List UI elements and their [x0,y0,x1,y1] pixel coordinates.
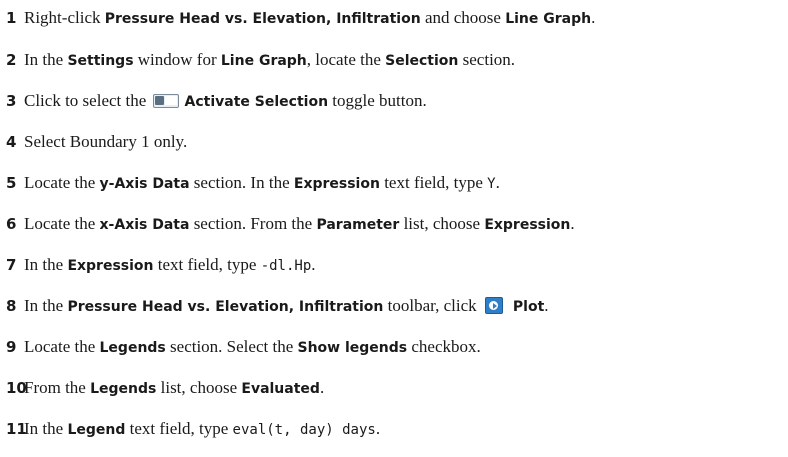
step-7: 7 In the Expression text field, type -dl.… [6,252,316,278]
step-number: 3 [6,92,17,110]
step-text-run: Locate the [24,173,100,192]
ui-label: x-Axis Data [99,217,190,233]
step-text: Select Boundary 1 only. [24,132,187,151]
step-number: 1 [6,9,17,27]
step-5: 5 Locate the y-Axis Data section. In the … [6,170,500,196]
step-text-run: checkbox. [407,337,481,356]
step-text: Locate the Legends section. Select the S… [24,337,481,356]
ui-label: y-Axis Data [99,176,190,192]
step-6: 6 Locate the x-Axis Data section. From th… [6,211,575,237]
step-text-run: text field, type [153,255,261,274]
step-11: 11In the Legend text field, type eval(t,… [6,416,380,442]
step-8: 8 In the Pressure Head vs. Elevation, Inf… [6,293,549,319]
ui-label: Settings [67,53,134,69]
step-text-run: Click to select the [24,91,151,110]
ui-label: Line Graph [220,53,307,69]
ui-label: Pressure Head vs. Elevation, Infiltratio… [67,299,384,315]
step-number: 9 [6,338,17,356]
toggle-button-icon [152,94,179,108]
instruction-steps: 1 Right-click Pressure Head vs. Elevation… [0,0,788,457]
step-number: 10 [6,379,27,397]
step-text-run: toggle button. [328,91,427,110]
step-text-run: From the [24,378,91,397]
code-text: eval(t, day) days [232,422,376,438]
ui-label: Legends [99,340,166,356]
step-text: In the Settings window for Line Graph, l… [24,50,515,69]
step-text-run: . [495,173,500,192]
step-10: 10From the Legends list, choose Evaluate… [6,375,324,401]
step-text-run: . [319,378,325,397]
step-text-run: section. In the [189,173,294,192]
step-4: 4 Select Boundary 1 only. [6,129,187,155]
ui-label: Expression [293,176,380,192]
step-text-run: section. Select the [165,337,298,356]
step-text-run: Right-click [24,8,105,27]
step-text-run: Locate the [24,337,100,356]
step-text-run: toolbar, click [383,296,481,315]
ui-label: Legend [67,422,126,438]
code-text: -dl.Hp [260,258,312,274]
step-text-run: . [311,255,316,274]
step-text: In the Legend text field, type eval(t, d… [24,419,380,438]
step-text: From the Legends list, choose Evaluated. [24,378,324,397]
step-number: 2 [6,51,17,69]
step-text-run: text field, type [379,173,488,192]
step-2: 2 In the Settings window for Line Graph, … [6,47,515,73]
step-text: Click to select the Activate Selection t… [24,91,427,110]
step-1: 1 Right-click Pressure Head vs. Elevation… [6,5,595,31]
step-number: 11 [6,420,27,438]
step-text-run: section. From the [189,214,317,233]
ui-label: Legends [90,381,157,397]
ui-label: Selection [385,53,459,69]
step-text-run: . [375,419,381,438]
step-9: 9 Locate the Legends section. Select the … [6,334,481,360]
step-text: In the Pressure Head vs. Elevation, Infi… [24,296,549,315]
plot-icon [484,297,503,314]
ui-label: Activate Selection [184,94,329,110]
step-text: Right-click Pressure Head vs. Elevation,… [24,8,595,27]
step-text-run: . [570,214,575,233]
step-text-run: and choose [420,8,506,27]
step-number: 7 [6,256,17,274]
ui-label: Plot [512,299,545,315]
ui-label: Parameter [316,217,400,233]
step-text-run: section. [458,50,516,69]
step-text-run: window for [133,50,221,69]
step-text: In the Expression text field, type -dl.H… [24,255,316,274]
step-text-run: . [544,296,549,315]
step-text-run: , locate the [306,50,386,69]
step-3: 3 Click to select the Activate Selection … [6,88,427,114]
step-text-run: list, choose [156,378,242,397]
ui-label: Evaluated [241,381,320,397]
ui-label: Expression [67,258,154,274]
step-text-run: In the [24,296,68,315]
step-text: Locate the x-Axis Data section. From the… [24,214,575,233]
step-number: 4 [6,133,17,151]
step-text-run: In the [24,419,68,438]
step-text-run: list, choose [399,214,485,233]
step-text-run: Select Boundary 1 only. [24,132,188,151]
ui-label: Line Graph [505,11,592,27]
code-text: Y [487,176,496,192]
step-number: 5 [6,174,17,192]
ui-label: Expression [484,217,571,233]
ui-label: Pressure Head vs. Elevation, Infiltratio… [104,11,421,27]
step-text-run: In the [24,255,68,274]
step-text-run: text field, type [125,419,233,438]
step-text-run: Locate the [24,214,100,233]
ui-label: Show legends [297,340,408,356]
step-number: 8 [6,297,17,315]
step-text: Locate the y-Axis Data section. In the E… [24,173,500,192]
step-number: 6 [6,215,17,233]
step-text-run: . [591,8,596,27]
step-text-run: In the [24,50,68,69]
